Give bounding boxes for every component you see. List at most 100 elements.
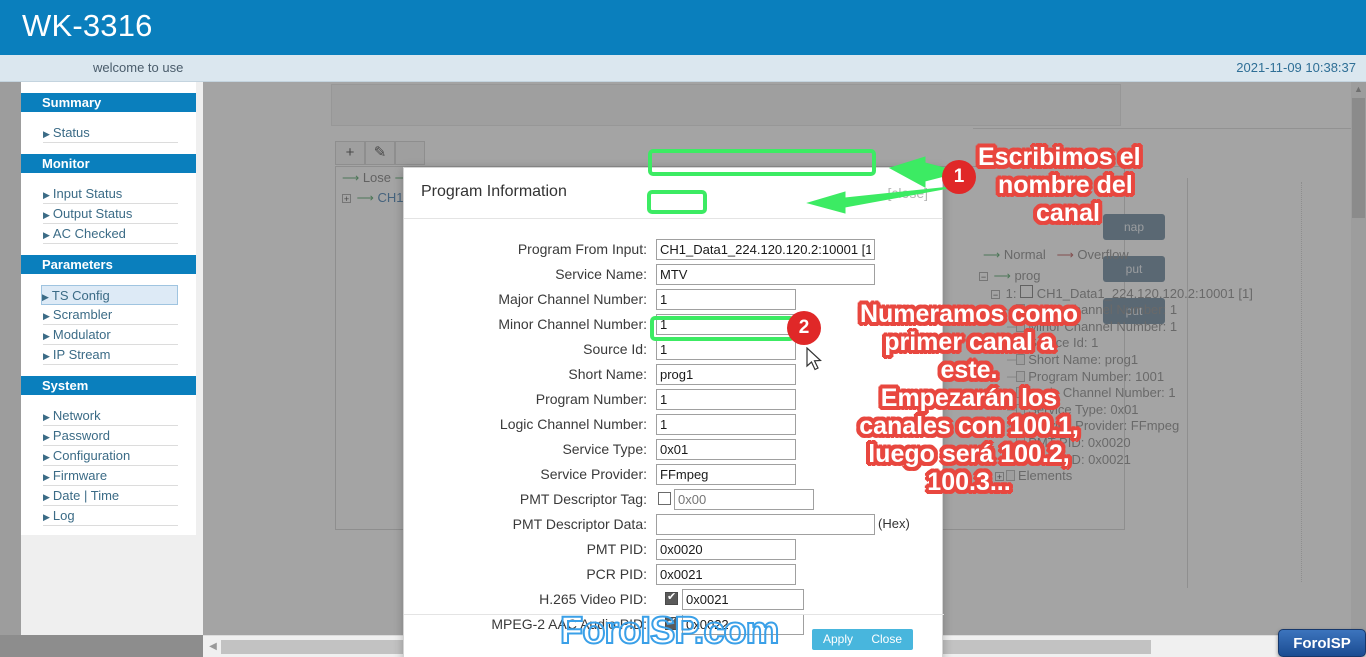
caret-right-icon: ▶ <box>43 492 50 502</box>
service-provider-field[interactable] <box>656 464 796 485</box>
caret-right-icon: ▶ <box>43 331 50 341</box>
source-id-field[interactable] <box>656 339 796 360</box>
short-name-field[interactable] <box>656 364 796 385</box>
hex-note-label: (Hex) <box>878 516 910 531</box>
field-label: Major Channel Number: <box>498 291 647 307</box>
field-label: Program From Input: <box>517 241 647 257</box>
field-row-minor-channel-number: Minor Channel Number: <box>404 314 944 339</box>
field-row-pcr-pid: PCR PID: <box>404 564 944 589</box>
caret-right-icon: ▶ <box>43 311 50 321</box>
sidebar-item-label: Status <box>52 125 90 140</box>
welcome-bar: welcome to use 2021-11-09 10:38:37 <box>0 55 1366 82</box>
sidebar-item-ts-config[interactable]: ▶ TS Config <box>41 285 178 305</box>
pmt-descriptor-data-field[interactable] <box>656 514 875 535</box>
sidebar-item-label: Firmware <box>52 468 108 483</box>
sidebar-item-modulator[interactable]: ▶ Modulator <box>43 325 178 345</box>
sidebar-item-label: AC Checked <box>52 226 126 241</box>
field-row-program-number: Program Number: <box>404 389 944 414</box>
watermark-text: ForoISP.com <box>559 609 780 653</box>
sidebar-item-date-time[interactable]: ▶ Date | Time <box>43 486 178 506</box>
sidebar-item-ip-stream[interactable]: ▶ IP Stream <box>43 345 178 365</box>
service-type-field[interactable] <box>656 439 796 460</box>
field-row-program-from-input: Program From Input: <box>404 239 944 264</box>
sidebar-item-output-status[interactable]: ▶ Output Status <box>43 204 178 224</box>
field-label: Service Provider: <box>540 466 647 482</box>
sidebar-item-log[interactable]: ▶ Log <box>43 506 178 526</box>
field-row-service-type: Service Type: <box>404 439 944 464</box>
program-from-input-field[interactable] <box>656 239 875 260</box>
field-label: Short Name: <box>568 366 647 382</box>
brand-bar: WK-3316 <box>0 0 1366 55</box>
dialog-close-link[interactable]: [close] <box>888 185 928 201</box>
sidebar-item-label: Output Status <box>52 206 133 221</box>
field-label: Service Name: <box>555 266 647 282</box>
program-number-field[interactable] <box>656 389 796 410</box>
sidebar-item-network[interactable]: ▶ Network <box>43 406 178 426</box>
service-name-field[interactable] <box>656 264 875 285</box>
sidebar-item-label: Input Status <box>52 186 123 201</box>
pcr-pid-field[interactable] <box>656 564 796 585</box>
pmt-pid-field[interactable] <box>656 539 796 560</box>
sidebar-item-label: Password <box>52 428 110 443</box>
sidebar-item-firmware[interactable]: ▶ Firmware <box>43 466 178 486</box>
field-label: Service Type: <box>562 441 647 457</box>
sidebar-item-scrambler[interactable]: ▶ Scrambler <box>43 305 178 325</box>
field-label: PMT Descriptor Tag: <box>519 491 647 507</box>
major-channel-number-field[interactable] <box>656 289 796 310</box>
field-label: PCR PID: <box>586 566 647 582</box>
caret-right-icon: ▶ <box>43 230 50 240</box>
sidebar-item-label: Scrambler <box>52 307 113 322</box>
sidebar-item-configuration[interactable]: ▶ Configuration <box>43 446 178 466</box>
sidebar-item-input-status[interactable]: ▶ Input Status <box>43 184 178 204</box>
dim-overlay-left-edge <box>0 82 21 635</box>
pmt-descriptor-tag-checkbox[interactable] <box>658 492 671 505</box>
caret-right-icon: ▶ <box>43 129 50 139</box>
sidebar-section-monitor: Monitor <box>21 154 196 173</box>
caret-right-icon: ▶ <box>43 432 50 442</box>
field-label: Minor Channel Number: <box>498 316 647 332</box>
field-label: H.265 Video PID: <box>539 591 647 607</box>
caret-right-icon: ▶ <box>43 351 50 361</box>
minor-channel-number-field[interactable] <box>656 314 796 335</box>
program-information-dialog: Program Information [close] Program From… <box>403 167 944 657</box>
caret-right-icon: ▶ <box>43 512 50 522</box>
page-body: Summary ▶ Status Monitor ▶ Input Status ▶ O… <box>0 82 1366 657</box>
caret-right-icon: ▶ <box>43 472 50 482</box>
welcome-text: welcome to use <box>93 60 184 75</box>
dialog-body: Program From Input: Service Name: Major … <box>404 219 944 657</box>
video-pid-checkbox[interactable] <box>665 591 678 605</box>
sidebar-item-label: IP Stream <box>52 347 111 362</box>
logic-channel-number-field[interactable] <box>656 414 796 435</box>
caret-right-icon: ▶ <box>43 452 50 462</box>
sidebar-item-ac-checked[interactable]: ▶ AC Checked <box>43 224 178 244</box>
pmt-descriptor-tag-field[interactable] <box>674 489 814 510</box>
checkbox-box <box>658 492 671 505</box>
dialog-header: Program Information [close] <box>404 168 942 219</box>
sidebar-section-summary: Summary <box>21 93 196 112</box>
field-label: Logic Channel Number: <box>499 416 647 432</box>
sidebar-item-label: Log <box>52 508 75 523</box>
sidebar-item-status[interactable]: ▶ Status <box>43 123 178 143</box>
video-pid-field[interactable] <box>682 589 804 610</box>
sidebar-section-system: System <box>21 376 196 395</box>
field-row-major-channel-number: Major Channel Number: <box>404 289 944 314</box>
sidebar-item-label: Network <box>52 408 101 423</box>
caret-right-icon: ▶ <box>43 210 50 220</box>
field-label: PMT PID: <box>586 541 647 557</box>
sidebar-item-label: Configuration <box>52 448 131 463</box>
field-row-service-provider: Service Provider: <box>404 464 944 489</box>
sidebar-item-password[interactable]: ▶ Password <box>43 426 178 446</box>
scroll-left-icon[interactable]: ◀ <box>205 639 221 655</box>
apply-button[interactable]: Apply <box>811 629 864 650</box>
close-button[interactable]: Close <box>860 629 913 650</box>
caret-right-icon: ▶ <box>42 292 49 302</box>
field-label: Program Number: <box>535 391 647 407</box>
sidebar-item-label: TS Config <box>51 288 110 303</box>
checkbox-box <box>665 591 678 605</box>
